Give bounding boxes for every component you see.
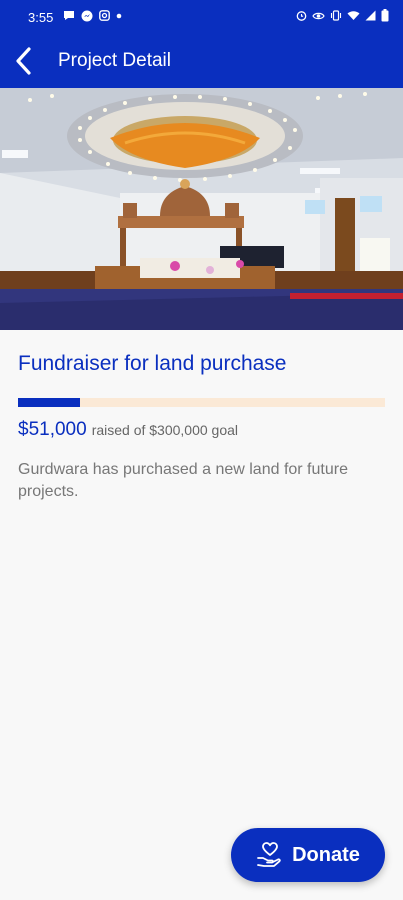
app-bar: Project Detail xyxy=(0,34,403,88)
messenger-icon xyxy=(81,10,93,25)
progress-fill xyxy=(18,398,81,407)
dot-icon xyxy=(116,12,122,22)
project-title: Fundraiser for land purchase xyxy=(18,352,287,375)
wifi-icon xyxy=(347,10,360,24)
project-detail-content: Fundraiser for land purchase $51,000 rai… xyxy=(0,330,403,503)
donate-button-label: Donate xyxy=(292,843,360,866)
raised-amount: $51,000 xyxy=(18,419,87,440)
back-button[interactable] xyxy=(10,41,38,81)
donate-button[interactable]: Donate xyxy=(231,828,385,882)
project-hero-image xyxy=(0,88,403,330)
fundraising-progress-bar xyxy=(18,398,385,407)
page-title: Project Detail xyxy=(58,50,171,71)
alarm-icon xyxy=(296,10,307,24)
heart-hand-icon xyxy=(257,842,281,867)
eye-icon xyxy=(312,10,325,24)
chat-bubble-icon xyxy=(63,10,75,24)
status-time: 3:55 xyxy=(28,9,54,25)
raised-summary: $51,000 raised of $300,000 goal xyxy=(18,419,385,441)
vibrate-icon xyxy=(330,10,342,24)
status-bar: 3:55 xyxy=(0,0,403,34)
signal-icon xyxy=(365,10,376,24)
instagram-icon xyxy=(99,10,111,24)
battery-icon xyxy=(381,9,389,25)
raised-goal-text: raised of $300,000 goal xyxy=(91,422,239,438)
project-description: Gurdwara has purchased a new land for fu… xyxy=(18,461,348,500)
chevron-left-icon xyxy=(16,47,31,75)
